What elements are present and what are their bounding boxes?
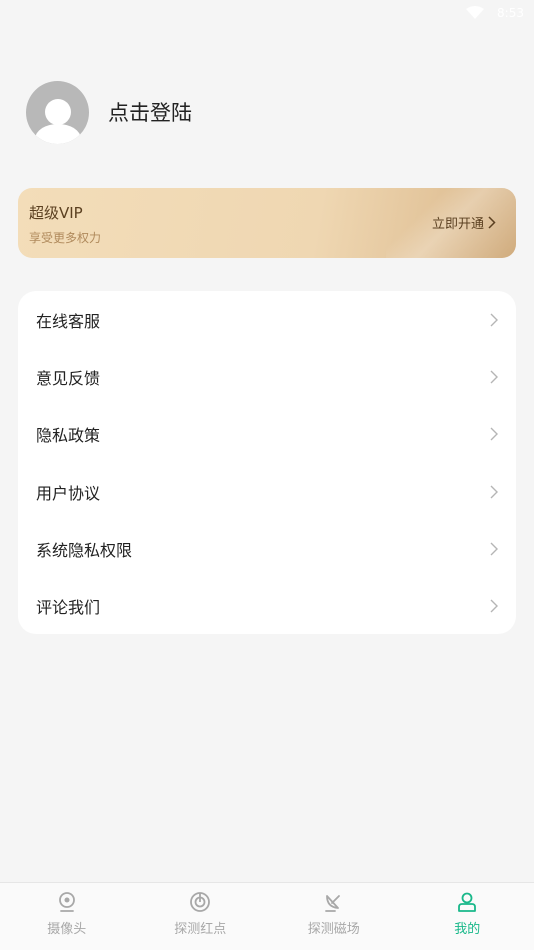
menu-item-label: 意见反馈 [36,365,100,389]
satellite-dish-icon [323,891,345,913]
radar-icon [189,891,211,913]
chevron-right-icon [490,542,498,556]
vip-card[interactable]: 超级VIP 享受更多权力 立即开通 [18,188,516,258]
chevron-right-icon [490,485,498,499]
tab-label: 探测磁场 [308,918,360,937]
tab-detect-red-dot[interactable]: 探测红点 [134,883,268,950]
status-bar: 8:53 [0,0,534,28]
tab-label: 探测红点 [174,918,226,937]
menu-item-rate-us[interactable]: 评论我们 [18,577,516,634]
chevron-right-icon [490,313,498,327]
tab-label: 我的 [454,918,480,937]
tab-camera[interactable]: 摄像头 [0,883,134,950]
vip-open-button[interactable]: 立即开通 [432,213,496,232]
menu-item-label: 系统隐私权限 [36,537,132,561]
menu-item-feedback[interactable]: 意见反馈 [18,348,516,405]
menu-item-user-agreement[interactable]: 用户协议 [18,463,516,520]
vip-subtitle: 享受更多权力 [29,229,101,246]
menu-item-online-service[interactable]: 在线客服 [18,291,516,348]
menu-item-label: 在线客服 [36,308,100,332]
avatar[interactable] [26,81,89,144]
tab-detect-magnetic[interactable]: 探测磁场 [267,883,401,950]
chevron-right-icon [490,370,498,384]
camera-icon [56,891,78,913]
chevron-right-icon [488,216,496,229]
tab-label: 摄像头 [47,918,86,937]
menu-item-label: 隐私政策 [36,422,100,446]
login-link[interactable]: 点击登陆 [108,97,192,127]
settings-menu: 在线客服 意见反馈 隐私政策 用户协议 系统隐私权限 评论我们 [18,291,516,634]
menu-item-label: 评论我们 [36,594,100,618]
bottom-tab-bar: 摄像头 探测红点 探测磁场 我的 [0,882,534,950]
wifi-icon [466,6,484,20]
status-time: 8:53 [497,6,524,20]
chevron-right-icon [490,599,498,613]
user-icon [456,891,478,913]
menu-item-privacy-policy[interactable]: 隐私政策 [18,406,516,463]
vip-title: 超级VIP [29,202,83,223]
chevron-right-icon [490,427,498,441]
tab-mine[interactable]: 我的 [401,883,534,950]
menu-item-system-privacy-permissions[interactable]: 系统隐私权限 [18,520,516,577]
menu-item-label: 用户协议 [36,480,100,504]
profile-header[interactable]: 点击登陆 [26,80,192,144]
vip-open-label: 立即开通 [432,213,484,232]
